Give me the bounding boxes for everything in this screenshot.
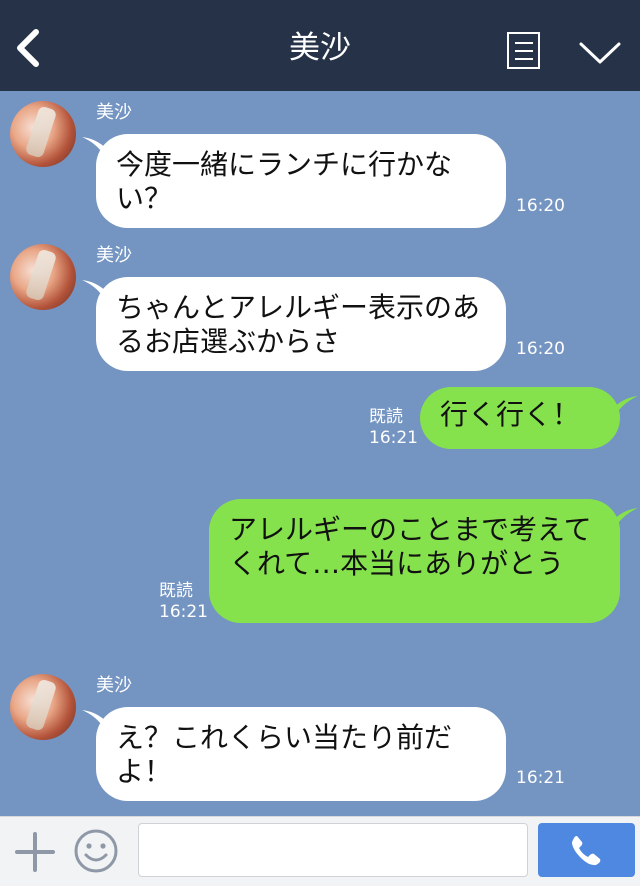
menu-icon[interactable]	[507, 32, 540, 69]
sender-name: 美沙	[96, 102, 132, 123]
phone-icon	[572, 836, 601, 866]
bubble-tail	[608, 508, 638, 526]
plus-icon[interactable]	[14, 831, 56, 873]
avatar[interactable]	[10, 244, 76, 310]
message-time: 16:21	[369, 428, 418, 448]
chat-title: 美沙	[289, 30, 351, 66]
avatar[interactable]	[10, 674, 76, 740]
incoming-message-bubble[interactable]: ちゃんとアレルギー表示のあるお店選ぶからさ	[96, 277, 506, 371]
emoji-icon[interactable]	[73, 828, 119, 874]
message-time: 16:21	[516, 768, 565, 788]
read-receipt: 既読	[369, 407, 403, 427]
input-bar	[0, 816, 640, 886]
avatar[interactable]	[10, 101, 76, 167]
message-input[interactable]	[138, 823, 528, 877]
chat-header: 美沙	[0, 0, 640, 91]
incoming-message-bubble[interactable]: え？これくらい当たり前だよ！	[96, 707, 506, 801]
message-list[interactable]: 美沙 今度一緒にランチに行かない？ 16:20 美沙 ちゃんとアレルギー表示のあ…	[0, 91, 640, 816]
sender-name: 美沙	[96, 675, 132, 696]
bubble-tail	[608, 396, 638, 414]
incoming-message-bubble[interactable]: 今度一緒にランチに行かない？	[96, 134, 506, 228]
outgoing-message-bubble[interactable]: 行く行く！	[420, 387, 620, 449]
chevron-down-icon[interactable]	[578, 38, 622, 68]
message-time: 16:20	[516, 196, 565, 216]
read-receipt: 既読	[159, 581, 193, 601]
outgoing-message-bubble[interactable]: アレルギーのことまで考えてくれて…本当にありがとう	[209, 499, 620, 623]
sender-name: 美沙	[96, 245, 132, 266]
call-button[interactable]	[538, 823, 635, 877]
message-time: 16:20	[516, 339, 565, 359]
message-time: 16:21	[159, 602, 208, 622]
